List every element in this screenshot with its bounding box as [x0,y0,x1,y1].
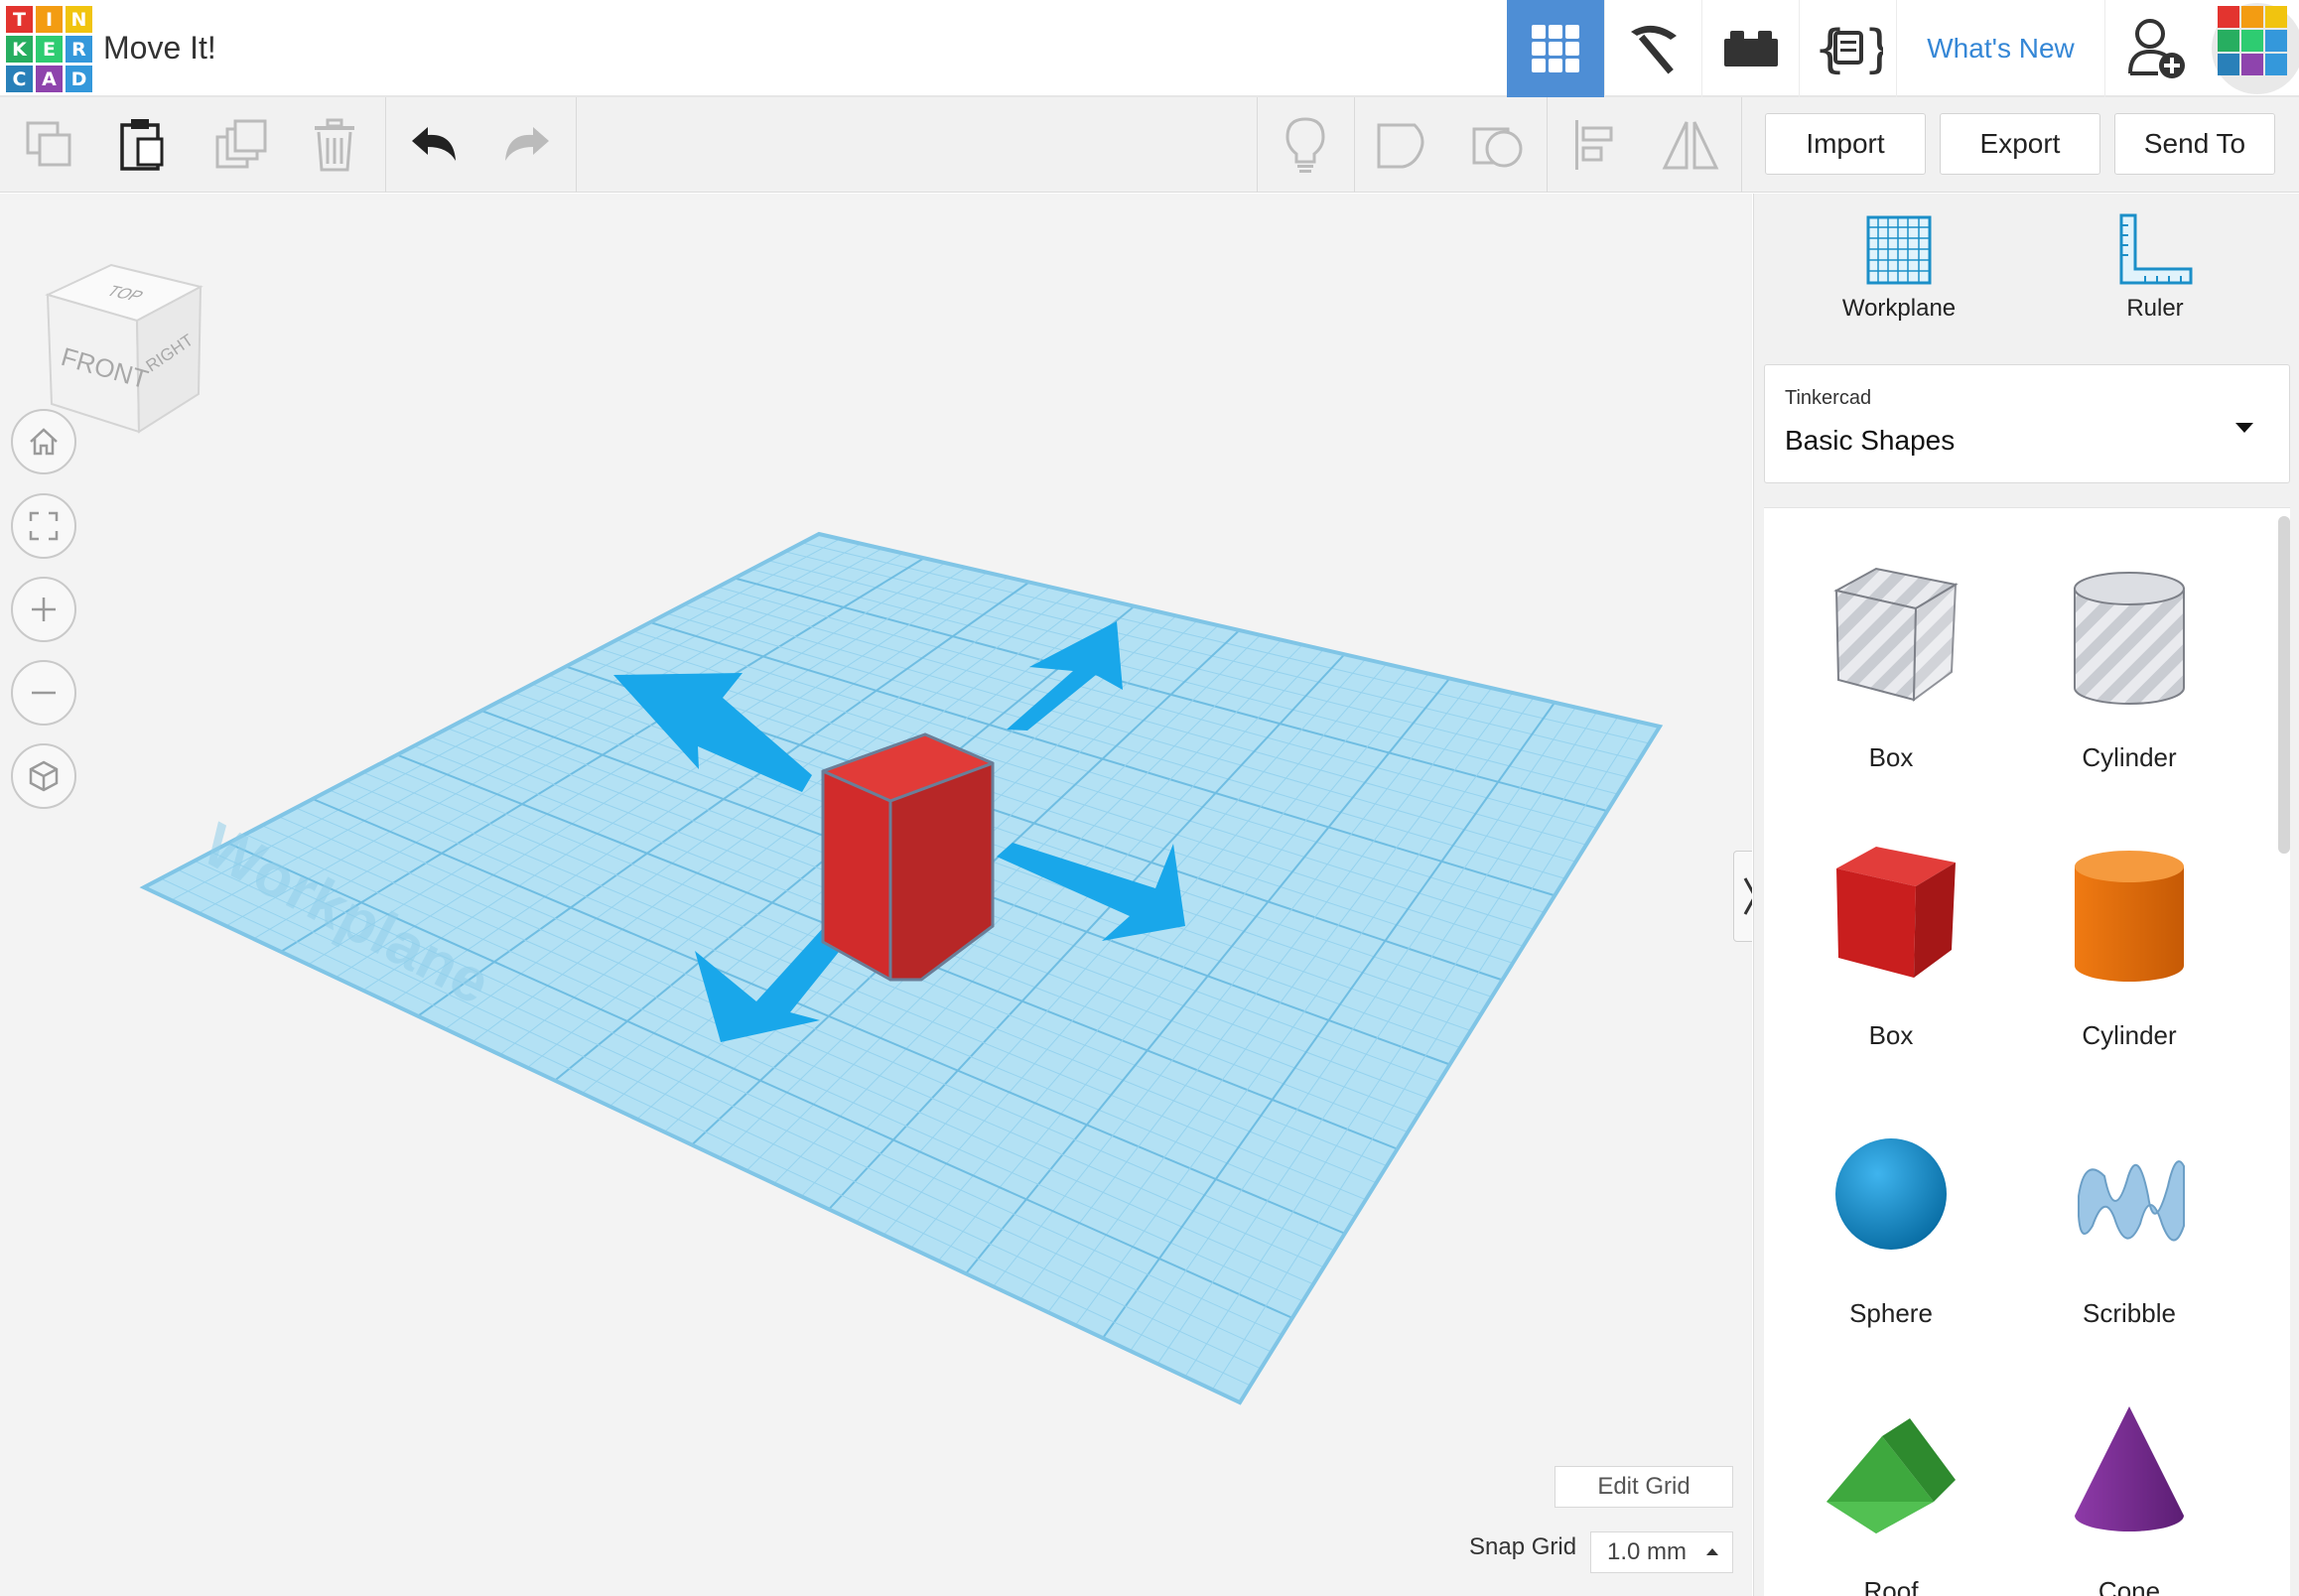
panel-collapse-tab[interactable] [1733,851,1752,942]
logo-tile: T [6,6,33,33]
send-to-button[interactable]: Send To [2114,113,2275,175]
shapes-panel: Workplane Ruler Tinkercad Basic Shapes B… [1753,194,2299,1596]
toolbar-separator [576,97,577,193]
cylinder-orange-icon [2030,814,2229,1012]
zoom-out-icon[interactable] [11,660,76,726]
import-button[interactable]: Import [1765,113,1926,175]
library-source: Tinkercad [1785,387,1872,409]
redo-icon[interactable] [480,97,574,193]
shape-label: Scribble [2083,1298,2176,1328]
workplane-tool-label: Workplane [1841,295,1957,322]
shape-label: Cylinder [2082,1020,2177,1050]
scribble-icon [2030,1092,2229,1290]
design-title[interactable]: Move It! [103,30,216,66]
align-icon[interactable] [1549,97,1642,193]
duplicate-icon[interactable] [195,97,288,193]
svg-text:}: } [1863,21,1883,76]
shape-tile-box-hole[interactable]: Box [1772,536,2010,814]
view-cube[interactable]: TOP FRONT RIGHT [40,255,208,434]
avatar[interactable] [2208,0,2299,97]
mirror-icon[interactable] [1644,97,1737,193]
shape-label: Sphere [1849,1298,1933,1328]
caret-up-icon [1706,1548,1718,1555]
toolbar-separator [1257,97,1258,193]
shape-tile-cylinder-hole[interactable]: Cylinder [2010,536,2248,814]
red-box-object[interactable] [821,732,995,982]
tinkercad-logo[interactable]: TIN KER CAD [6,6,92,92]
shapes-grid: Box Cylinder Box Cylinder Sphere Scribble Roof… [1764,507,2290,1596]
add-user-icon[interactable] [2104,0,2208,97]
workplane-scene[interactable]: Workplane [0,194,1752,1596]
box-hole-icon [1792,536,1990,734]
snap-grid-label: Snap Grid [1469,1533,1577,1560]
edit-grid-button[interactable]: Edit Grid [1555,1466,1733,1508]
cone-purple-icon [2030,1370,2229,1568]
notes-lightbulb-icon[interactable] [1259,97,1352,193]
whats-new-label: What's New [1927,33,2075,64]
shape-label: Roof [1863,1576,1919,1596]
logo-tile: E [36,36,63,63]
chevron-right-icon [1743,877,1752,915]
workplane-grid-icon [1866,215,1932,285]
roof-green-icon [1792,1370,1990,1568]
toolbar-separator [385,97,386,193]
home-view-icon[interactable] [11,409,76,474]
library-name: Basic Shapes [1785,425,1956,456]
bricks-icon[interactable] [1701,0,1799,97]
snap-grid-select[interactable]: 1.0 mm [1590,1531,1733,1573]
cylinder-hole-icon [2030,536,2229,734]
edit-toolbar: Import Export Send To [0,97,2299,193]
workplane-tool[interactable]: Workplane [1800,213,1998,332]
shape-tile-box-red[interactable]: Box [1772,814,2010,1092]
dropdown-caret-icon [2235,423,2253,433]
logo-tile: R [66,36,92,63]
toolbar-separator [1547,97,1548,193]
shape-label: Cone [2097,1576,2161,1596]
copy-icon[interactable] [3,97,96,193]
snap-grid-value: 1.0 mm [1607,1538,1688,1565]
undo-icon[interactable] [387,97,480,193]
box-red-icon [1792,814,1990,1012]
ungroup-icon[interactable] [1451,97,1545,193]
shape-library-select[interactable]: Tinkercad Basic Shapes [1764,364,2290,483]
app-header: TIN KER CAD Move It! {} What's New [0,0,2299,97]
3d-design-grid-icon[interactable] [1507,0,1604,97]
shape-tile-roof-green[interactable]: Roof [1772,1370,2010,1596]
sphere-blue-icon [1792,1092,1990,1290]
scrollbar[interactable] [2278,516,2290,854]
whats-new-link[interactable]: What's New [1896,0,2104,97]
toolbar-separator [1741,97,1742,193]
ruler-tool[interactable]: Ruler [2056,213,2254,332]
shape-label: Box [1868,742,1914,772]
logo-tile: K [6,36,33,63]
ruler-icon [2119,213,2193,285]
codeblocks-icon[interactable]: {} [1799,0,1896,97]
pickaxe-icon[interactable] [1604,0,1701,97]
ruler-tool-label: Ruler [2126,295,2184,322]
logo-tile: C [6,66,33,92]
group-icon[interactable] [1356,97,1449,193]
logo-tile: A [36,66,63,92]
shape-tile-sphere-blue[interactable]: Sphere [1772,1092,2010,1370]
delete-icon[interactable] [288,97,381,193]
shape-tile-cone-purple[interactable]: Cone [2010,1370,2248,1596]
shape-label: Cylinder [2082,742,2177,772]
export-button[interactable]: Export [1940,113,2100,175]
toolbar-separator [1354,97,1355,193]
perspective-icon[interactable] [11,743,76,809]
paste-icon[interactable] [95,97,189,193]
shape-label: Box [1868,1020,1914,1050]
shape-tile-scribble[interactable]: Scribble [2010,1092,2248,1370]
logo-tile: I [36,6,63,33]
logo-tile: N [66,6,92,33]
fit-all-icon[interactable] [11,493,76,559]
logo-tile: D [66,66,92,92]
shape-tile-cylinder-orange[interactable]: Cylinder [2010,814,2248,1092]
zoom-in-icon[interactable] [11,577,76,642]
3d-viewport[interactable]: Workplane TOP FRONT RIGHT Edit Grid Snap… [0,194,1752,1596]
